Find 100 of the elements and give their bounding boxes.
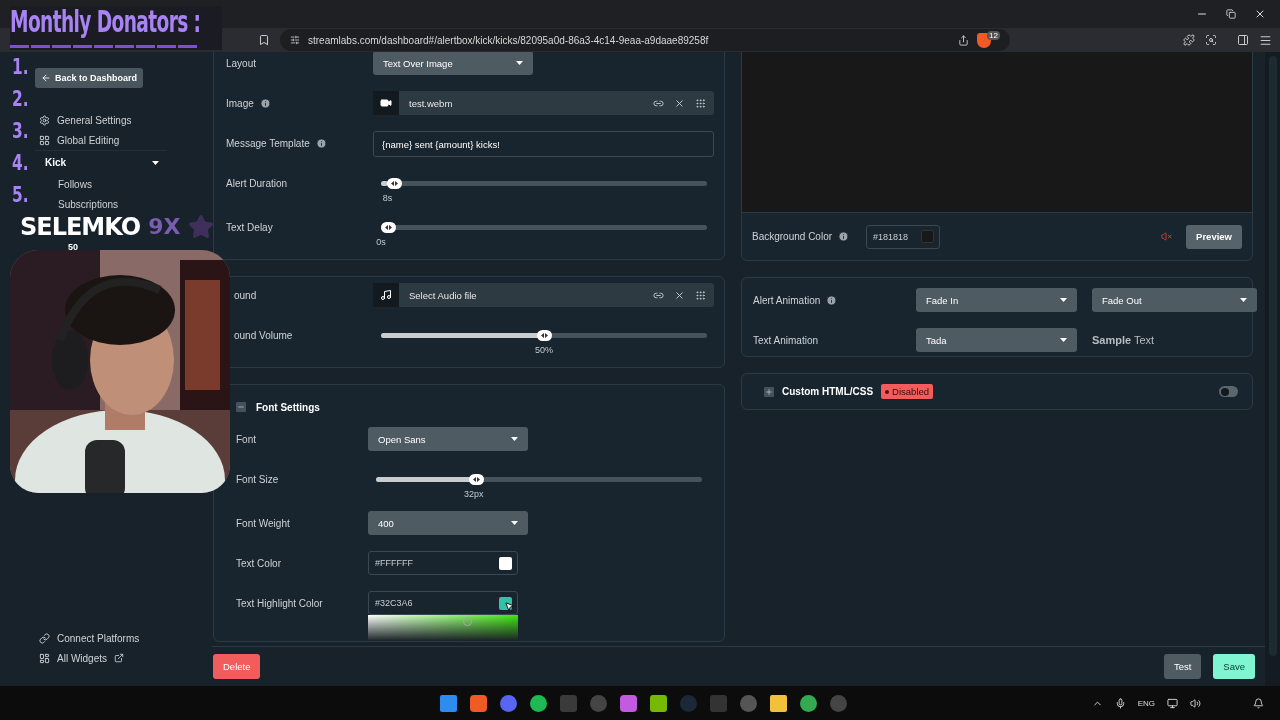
multiplier-text: 9X <box>148 214 181 240</box>
sidebar-group[interactable]: Kick <box>35 150 167 174</box>
slider-handle[interactable] <box>381 222 396 233</box>
counter-text: 50 <box>68 242 78 252</box>
caret-icon <box>511 437 518 441</box>
caret-icon <box>516 61 523 65</box>
sidebar-item[interactable]: Connect Platforms <box>35 628 140 648</box>
color-field[interactable]: #181818 <box>866 224 940 249</box>
field-label: ound Volume <box>234 329 293 341</box>
field-label: Image <box>226 97 254 109</box>
grid-icon <box>39 134 50 146</box>
dropdown[interactable]: Fade Out <box>1092 288 1257 312</box>
rank-number: 4. <box>12 150 29 173</box>
restore-icon[interactable] <box>1226 9 1236 19</box>
sidebar-item[interactable]: All Widgets <box>35 648 124 668</box>
scrollbar[interactable] <box>1265 52 1280 686</box>
slider-value: 8s <box>382 193 393 203</box>
address-bar[interactable]: streamlabs.com/dashboard#/alertbox/kick/kicks/82095a0d-86a3-4c14-9eaa-a9daae89258f 12 <box>280 29 1010 51</box>
monitor-icon[interactable] <box>1167 697 1178 709</box>
caret-icon <box>1240 298 1247 302</box>
sidebar-item[interactable]: Subscriptions <box>35 194 119 214</box>
field-label: Alert Animation <box>753 294 821 306</box>
external-link-icon <box>114 653 124 663</box>
field-label: Text Delay <box>226 221 273 233</box>
caret-icon <box>1060 298 1067 302</box>
field-label: Alert Duration <box>226 177 288 189</box>
color-field[interactable]: #FFFFFF <box>368 551 518 575</box>
slider-handle[interactable] <box>469 474 485 485</box>
caret-icon <box>1060 338 1067 342</box>
dropdown[interactable]: Tada <box>916 328 1077 352</box>
settings-icon <box>39 114 50 126</box>
save-button[interactable]: Save <box>1213 654 1255 679</box>
shield-count: 12 <box>987 30 1000 40</box>
close-icon[interactable] <box>674 289 685 301</box>
dropdown[interactable]: 400 <box>368 511 528 535</box>
music-note-icon <box>380 289 392 301</box>
field-label: Message Template <box>226 137 310 149</box>
field-label: Layout <box>226 57 257 69</box>
widgets-icon <box>39 652 50 664</box>
caret-icon <box>152 160 159 165</box>
grid-icon[interactable] <box>695 97 706 109</box>
sidebar-item[interactable]: Global Editing <box>35 130 120 150</box>
arrow-left-icon <box>41 73 51 83</box>
plus-icon <box>765 387 773 396</box>
field-label: Text Animation <box>753 334 819 346</box>
dropdown[interactable]: Open Sans <box>368 427 528 451</box>
toggle-switch[interactable] <box>1219 386 1238 397</box>
section-title: Custom HTML/CSS <box>782 386 874 397</box>
expand-button[interactable] <box>764 386 774 397</box>
sidebar-icon[interactable] <box>1237 34 1249 46</box>
slider-value: 50% <box>535 345 553 355</box>
dropdown[interactable]: Fade In <box>916 288 1077 312</box>
grid-icon[interactable] <box>695 289 706 301</box>
share-icon[interactable] <box>958 34 970 46</box>
preview-button[interactable]: Preview <box>1186 224 1242 249</box>
color-swatch[interactable] <box>499 556 512 570</box>
site-settings-icon[interactable] <box>290 35 300 45</box>
rank-number: 5. <box>12 182 29 205</box>
test-button[interactable]: Test <box>1163 654 1202 679</box>
field-label: Background Color <box>752 231 833 242</box>
app-icon[interactable] <box>620 694 637 712</box>
sample-text: Sample Text <box>1092 334 1156 346</box>
slider-handle[interactable] <box>536 330 552 341</box>
bookmark-icon[interactable] <box>258 34 270 46</box>
slider-value: 0s <box>376 237 386 247</box>
mouse-cursor-icon <box>504 601 515 612</box>
language-indicator[interactable]: ENG <box>1137 698 1155 708</box>
close-icon[interactable] <box>1254 8 1266 20</box>
speaker-icon[interactable] <box>1190 697 1201 709</box>
file-field[interactable]: Select Audio file <box>373 283 714 307</box>
notification-icon[interactable] <box>1253 697 1264 709</box>
info-icon <box>838 231 850 242</box>
rank-number: 2. <box>12 86 29 109</box>
sidebar-item[interactable]: Follows <box>35 174 92 194</box>
back-button[interactable]: Back to Dashboard <box>35 68 144 88</box>
rank-number: 3. <box>12 118 29 141</box>
app-icon[interactable] <box>650 694 667 712</box>
menu-icon[interactable] <box>1259 33 1272 47</box>
overlay-title: Monthly Donators : <box>10 4 201 39</box>
color-gradient-picker[interactable] <box>368 615 518 641</box>
info-icon <box>826 294 838 306</box>
message-template-field[interactable]: {name} sent {amount} kicks! <box>373 131 714 157</box>
field-label: Font <box>236 433 256 445</box>
field-label: Text Highlight Color <box>236 597 323 609</box>
dropdown[interactable]: Text Over Image <box>373 52 533 75</box>
minus-icon <box>237 403 245 411</box>
slider-handle[interactable] <box>387 178 403 189</box>
close-icon[interactable] <box>674 97 685 109</box>
color-swatch[interactable] <box>921 230 934 243</box>
star-icon <box>188 214 215 240</box>
status-badge: Disabled <box>881 384 934 399</box>
rank-number: 1. <box>12 54 29 77</box>
sidebar-item[interactable]: General Settings <box>35 110 132 130</box>
field-label: Text Color <box>236 557 281 569</box>
extensions-icon[interactable] <box>1183 34 1195 46</box>
file-field[interactable]: test.webm <box>373 91 714 115</box>
microphone-icon[interactable] <box>1114 697 1126 709</box>
slider-value: 32px <box>464 489 484 499</box>
field-label: ound <box>234 289 257 301</box>
link-icon <box>39 632 50 644</box>
